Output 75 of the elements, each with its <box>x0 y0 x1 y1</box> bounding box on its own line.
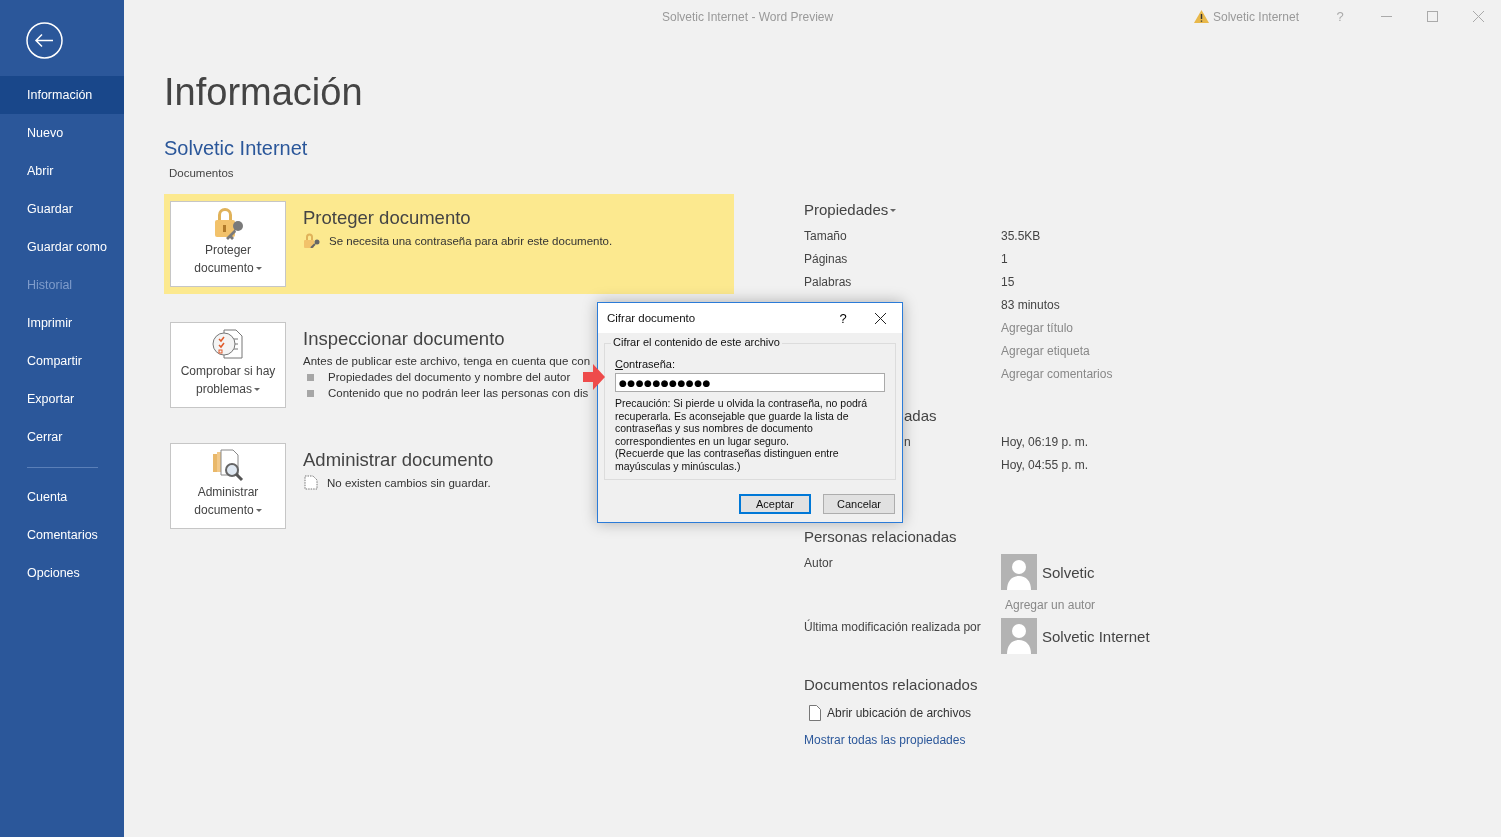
property-value: Hoy, 06:19 p. m. <box>1001 434 1089 449</box>
property-value: 83 minutos <box>1001 297 1060 312</box>
section-heading: adas <box>904 406 937 426</box>
properties-menu[interactable]: Propiedades <box>804 199 897 221</box>
protection-note: Se necesita una contraseña para abrir este documento. <box>329 234 613 247</box>
menu-item[interactable]: Exportar <box>0 380 124 418</box>
document-location: Documentos <box>168 166 235 181</box>
person-name: Solvetic Internet <box>1042 627 1150 645</box>
dialog-title: Cifrar documento <box>607 312 696 324</box>
document-icon <box>809 705 821 721</box>
minimize-icon <box>1380 16 1392 17</box>
avatar-icon <box>1001 618 1037 654</box>
back-button[interactable] <box>26 22 63 59</box>
field-label: Contraseña: <box>615 358 675 370</box>
inspect-description: Antes de publicar este archivo, tenga en cuenta que con <box>303 355 591 367</box>
group-title: Cifrar el contenido de este archivo <box>611 336 782 348</box>
property-value: Hoy, 04:55 p. m. <box>1001 457 1089 472</box>
menu-item[interactable]: Comentarios <box>0 516 124 554</box>
menu-item[interactable]: Imprimir <box>0 304 124 342</box>
caret-icon <box>255 508 262 513</box>
menu-item[interactable]: Cuenta <box>0 478 124 516</box>
menu-item[interactable]: Opciones <box>0 554 124 592</box>
caret-icon <box>890 209 897 214</box>
section-button[interactable]: Comprobar si hay problemas <box>170 322 286 408</box>
section-title: Inspeccionar documento <box>303 327 506 351</box>
close-icon <box>1472 11 1484 22</box>
avatar-icon <box>1001 554 1037 590</box>
window-title: Solvetic Internet - Word Preview <box>662 10 834 24</box>
caret-icon <box>254 387 260 392</box>
show-all-properties-link[interactable]: Mostrar todas las propiedades <box>804 733 1224 747</box>
property-label: Última modificación realizada por <box>804 620 981 634</box>
menu-item[interactable]: Compartir <box>0 342 124 380</box>
pointer-arrow <box>583 364 605 390</box>
section-title: Proteger documento <box>303 206 472 230</box>
section-button[interactable]: Administrar documento <box>170 443 286 529</box>
property-label: Tamaño <box>804 228 847 243</box>
dialog-button[interactable]: Aceptar <box>739 494 811 514</box>
property-label: Palabras <box>804 274 852 289</box>
property-label: n <box>904 434 911 449</box>
menu-item[interactable]: Nuevo <box>0 114 124 152</box>
property-value: 1 <box>1001 251 1008 266</box>
bullet-text: Contenido que no podrán leer las personas con dis <box>328 387 589 399</box>
menu-item[interactable]: Guardar <box>0 190 124 228</box>
status-note: No existen cambios sin guardar. <box>327 476 491 489</box>
warning-text: Precaución: Si pierde u olvida la contraseña, no podrá recuperarla. Es aconsejable que guarde la lista de contraseñas y sus nombres de documento correspondientes en un lugar seguro. (Recuerde que las contraseñas distinguen entre mayúsculas y minúsculas.) <box>615 397 869 472</box>
caret-icon <box>255 266 262 271</box>
open-location-link[interactable]: Abrir ubicación de archivos <box>827 706 972 720</box>
help-button[interactable]: ? <box>828 310 858 326</box>
section-heading: Documentos relacionados <box>804 675 978 695</box>
documents-search-icon <box>211 448 245 482</box>
close-icon <box>874 312 886 324</box>
document-name: Solvetic Internet <box>164 136 309 161</box>
menu-item[interactable]: Guardar como <box>0 228 124 266</box>
document-icon <box>303 475 319 490</box>
person-name: Solvetic <box>1042 563 1095 581</box>
menu-item[interactable]: Cerrar <box>0 418 124 456</box>
property-value: 15 <box>1001 274 1015 289</box>
maximize-icon <box>1426 11 1438 22</box>
dialog-button[interactable]: Cancelar <box>823 494 895 514</box>
property-label: Autor <box>804 556 833 570</box>
lock-key-icon <box>303 233 321 248</box>
warning-icon <box>1193 10 1209 23</box>
password-field[interactable]: ●●●●●●●●●●● <box>615 373 885 392</box>
property-label: Páginas <box>804 251 848 266</box>
bullet-icon <box>307 389 314 397</box>
menu-item[interactable]: Abrir <box>0 152 124 190</box>
property-value: 35.5KB <box>1001 228 1041 243</box>
section-heading: Personas relacionadas <box>804 527 957 547</box>
bullet-text: Propiedades del documento y nombre del autor <box>328 371 571 383</box>
checklist-document-icon <box>211 327 245 361</box>
section-button[interactable]: Proteger documento <box>170 201 286 287</box>
page-title: Información <box>164 70 364 115</box>
section-title: Administrar documento <box>303 448 494 472</box>
menu-item[interactable]: Información <box>0 76 124 114</box>
bullet-icon <box>307 373 314 381</box>
